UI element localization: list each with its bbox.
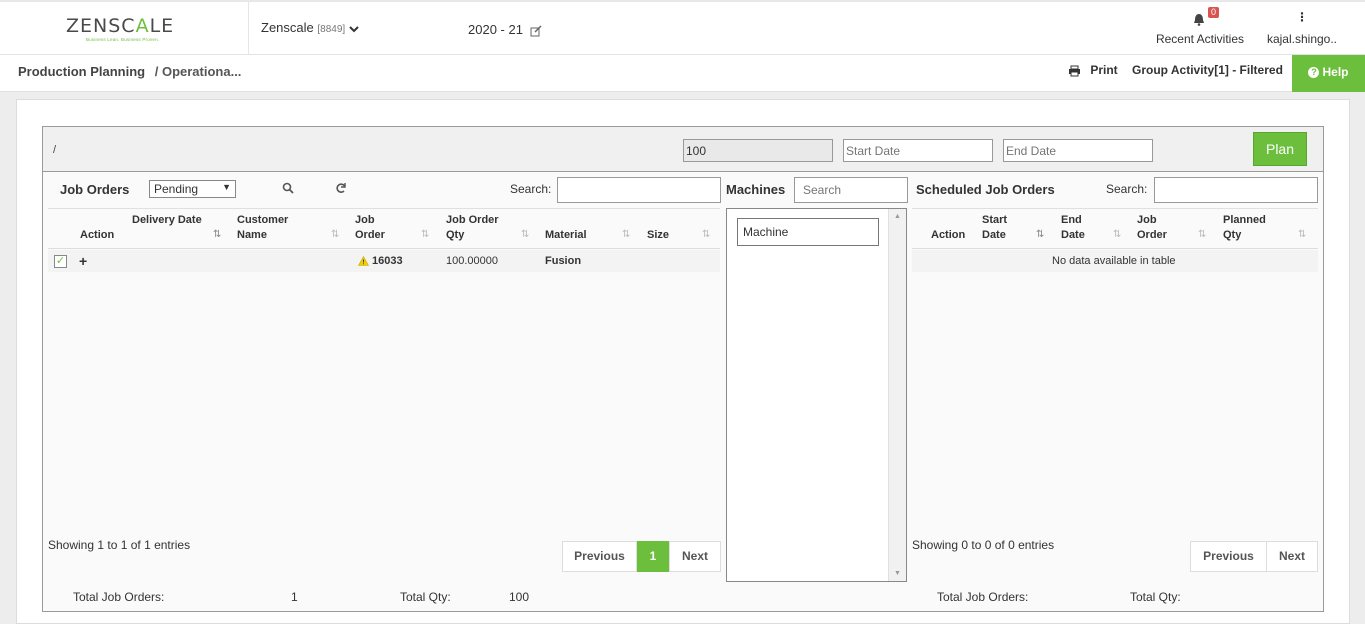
recent-activities[interactable]: 0 Recent Activities [1150,7,1250,46]
scheduled-total-job-orders-label: Total Job Orders: [937,590,1029,604]
job-orders-title: Job Orders [60,182,130,197]
company-name: Zenscale [261,20,314,35]
scheduled-entries-info: Showing 0 to 0 of 0 entries [912,538,1055,552]
breadcrumb-operational[interactable]: / Operationa... [155,64,242,79]
company-code: [8849] [317,24,346,35]
machine-item[interactable]: Machine [737,218,879,246]
status-select[interactable]: Pending ▼ [149,180,236,198]
status-selected: Pending [154,182,199,196]
col-job-order-qty[interactable]: Job Order Qty [446,213,508,243]
job-orders-search-input[interactable] [557,177,721,203]
zenscale-logo[interactable]: ZENSCALE Business Lean. Business Proven. [66,15,186,43]
machines-search-input[interactable] [794,177,908,203]
sort-icon: ⇅ [622,229,631,240]
job-orders-table-header: Action Delivery Date ⇅ Customer Name ⇅ J… [48,208,720,249]
scheduled-table-header: Action Start Date ⇅ End Date ⇅ Job Order… [912,208,1318,249]
scheduled-search-label: Search: [1106,182,1148,196]
quantity-input[interactable] [683,139,833,162]
sort-icon: ⇅ [331,229,340,240]
scheduled-search-input[interactable] [1154,177,1318,203]
printer-icon [1069,65,1080,77]
logo-text: ZENSC [66,15,136,37]
sort-icon: ⇅ [421,229,430,240]
sort-icon: ⇅ [702,229,711,240]
warning-icon [358,256,369,266]
dropdown-arrow-icon: ▼ [222,182,231,192]
cell-material: Fusion [545,255,582,267]
start-date-input[interactable] [843,139,993,162]
col-material[interactable]: Material [545,228,587,243]
total-qty-value: 100 [509,590,530,604]
fiscal-year[interactable]: 2020 - 21 [468,22,542,37]
end-date-input[interactable] [1003,139,1153,162]
help-button[interactable]: ? Help [1292,55,1365,92]
col-size[interactable]: Size [647,228,669,243]
chevron-down-icon [349,25,359,32]
recent-activities-label: Recent Activities [1155,32,1245,46]
divider [248,2,249,55]
col-end-date[interactable]: End Date [1061,213,1101,243]
path-label: / [53,144,57,156]
scheduled-next-button[interactable]: Next [1266,541,1318,572]
job-orders-page-1[interactable]: 1 [637,541,669,572]
user-name: kajal.shingo.. [1266,32,1338,46]
machines-scrollbar[interactable]: ▲ ▼ [888,209,906,581]
logo-text-end: LE [149,15,175,37]
bell-icon [1194,14,1204,26]
kebab-icon: ⋮ [1296,10,1308,24]
sort-icon: ⇅ [1113,229,1122,240]
breadcrumb-production-planning[interactable]: Production Planning [18,64,145,79]
group-activity-filter[interactable]: Group Activity[1] - Filtered [1132,63,1283,77]
total-job-orders-value: 1 [291,590,298,604]
total-qty-label: Total Qty: [400,590,451,604]
plus-icon[interactable]: + [79,253,87,269]
question-circle-icon: ? [1308,67,1320,79]
sort-icon: ⇅ [1198,229,1207,240]
print-label: Print [1090,63,1118,77]
refresh-icon[interactable] [335,182,347,194]
machines-title: Machines [726,182,786,197]
sort-icon: ⇅ [521,229,530,240]
print-button[interactable]: Print [1068,63,1118,77]
sort-desc-icon: ⇅ [213,229,222,240]
breadcrumb: Production Planning / Operationa... [18,64,241,79]
job-orders-search-label: Search: [510,182,552,196]
scroll-up-icon[interactable]: ▲ [889,213,906,220]
no-data-message: No data available in table [1052,255,1176,267]
col-action: Action [931,229,966,241]
machines-list [726,208,907,582]
plan-button[interactable]: Plan [1253,132,1307,166]
job-orders-previous-button[interactable]: Previous [562,541,637,572]
help-label: Help [1322,65,1349,79]
job-orders-next-button[interactable]: Next [669,541,721,572]
scroll-down-icon[interactable]: ▼ [889,570,906,577]
search-icon[interactable] [282,182,294,194]
fiscal-year-label: 2020 - 21 [468,22,523,37]
scheduled-previous-button[interactable]: Previous [1190,541,1267,572]
scheduled-job-orders-title: Scheduled Job Orders [916,182,1055,197]
total-job-orders-label: Total Job Orders: [73,590,165,604]
sort-desc-icon: ⇅ [1036,229,1045,240]
user-menu[interactable]: ⋮ kajal.shingo.. [1262,10,1342,46]
col-job-order[interactable]: Job Order [1137,213,1177,243]
edit-icon[interactable] [530,25,542,37]
company-selector[interactable]: Zenscale [8849] [261,20,359,35]
col-start-date[interactable]: Start Date [982,213,1022,243]
cell-job-order-qty: 100.00000 [446,255,498,267]
logo-tagline: Business Lean. Business Proven. [86,37,160,42]
col-planned-qty[interactable]: Planned Qty [1223,213,1273,243]
sort-icon: ⇅ [1298,229,1307,240]
col-action: Action [80,229,115,241]
job-orders-entries-info: Showing 1 to 1 of 1 entries [48,538,191,552]
breadcrumb-bar: Production Planning / Operationa... Prin… [0,55,1365,92]
col-job-order[interactable]: Job Order [355,213,395,243]
col-customer-name[interactable]: Customer Name [237,213,307,243]
top-bar: ZENSCALE Business Lean. Business Proven.… [0,0,1365,55]
cell-job-order[interactable]: 16033 [372,255,403,267]
notification-badge: 0 [1208,7,1220,18]
row-checkbox[interactable]: ✓ [54,255,67,268]
scheduled-total-qty-label: Total Qty: [1130,590,1181,604]
col-delivery-date[interactable]: Delivery Date [132,213,202,228]
logo-text-accent: A [135,15,150,37]
